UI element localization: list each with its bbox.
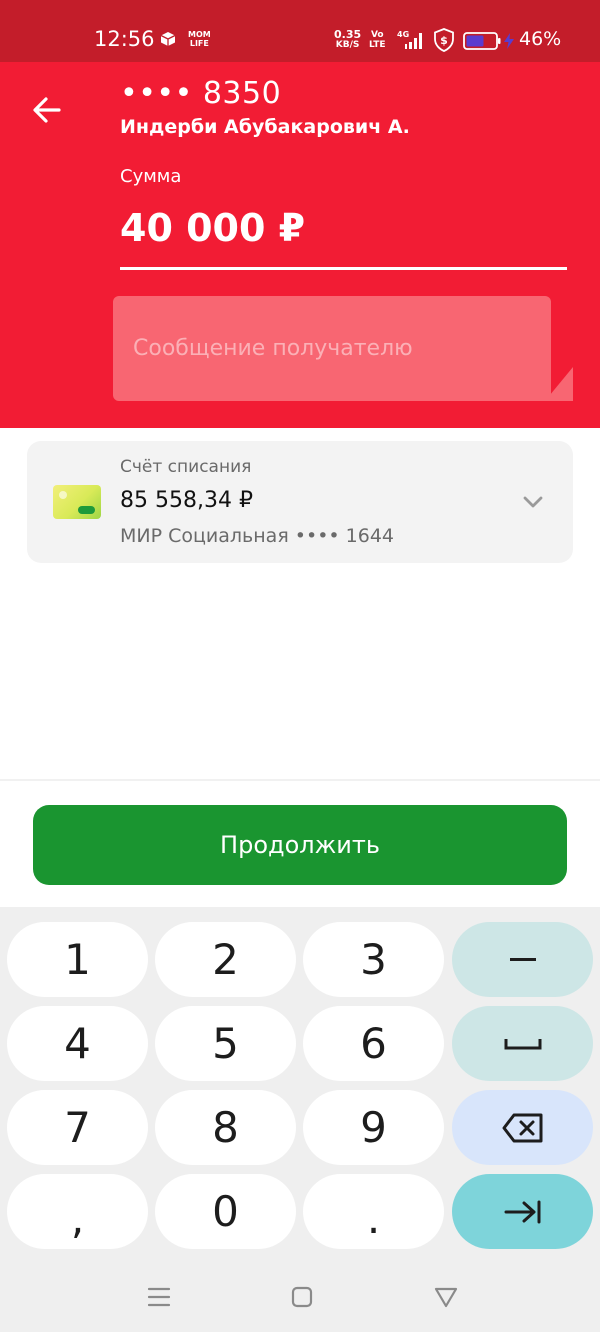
- momlife-line2: LIFE: [189, 39, 209, 48]
- back-arrow-icon[interactable]: [28, 90, 68, 130]
- status-time: 12:56: [94, 27, 155, 51]
- transfer-header: •••• 8350 Индерби Абубакарович А. Сумма …: [0, 62, 600, 428]
- network-speed: 0.35 KB/S: [334, 29, 361, 51]
- numeric-keypad: 1 2 3 4 5 6 7 8 9 , 0 .: [0, 907, 600, 1332]
- package-icon: [160, 32, 176, 46]
- shield-dollar-icon: $: [434, 28, 454, 52]
- network-type: 4G: [397, 30, 409, 39]
- signal-icon: 4G: [397, 30, 422, 49]
- speed-unit: KB/S: [335, 40, 360, 50]
- account-balance: 85 558,34 ₽: [120, 488, 253, 513]
- message-placeholder: Сообщение получателю: [133, 336, 413, 361]
- momlife-line1: MOM: [188, 30, 211, 39]
- debit-account-selector[interactable]: Счёт списания 85 558,34 ₽ МИР Социальная…: [27, 441, 573, 563]
- divider: [0, 779, 600, 781]
- key-8[interactable]: 8: [155, 1090, 296, 1165]
- key-0[interactable]: 0: [155, 1174, 296, 1249]
- recipient-card-number: •••• 8350: [120, 76, 282, 111]
- key-7[interactable]: 7: [7, 1090, 148, 1165]
- amount-label: Сумма: [120, 166, 182, 187]
- speed-value: 0.35: [334, 28, 362, 41]
- charging-bolt-icon: [504, 33, 514, 49]
- volte-line2: LTE: [369, 40, 386, 50]
- backspace-icon: [502, 1113, 542, 1142]
- status-bar: 12:56 MOM LIFE 0.35 KB/S Vo LTE 4G $ 46%: [0, 0, 600, 62]
- recipient-name: Индерби Абубакарович А.: [120, 116, 410, 138]
- chevron-down-icon: [523, 496, 543, 508]
- key-comma[interactable]: ,: [7, 1174, 148, 1249]
- square-icon[interactable]: [290, 1285, 314, 1309]
- key-space[interactable]: [452, 1006, 593, 1081]
- card-thumbnail-icon: [53, 485, 101, 519]
- key-5[interactable]: 5: [155, 1006, 296, 1081]
- message-input[interactable]: Сообщение получателю: [113, 296, 551, 401]
- continue-button[interactable]: Продолжить: [33, 805, 567, 885]
- key-1[interactable]: 1: [7, 922, 148, 997]
- key-3[interactable]: 3: [303, 922, 444, 997]
- battery-icon: [463, 32, 501, 50]
- key-next[interactable]: [452, 1174, 593, 1249]
- key-4[interactable]: 4: [7, 1006, 148, 1081]
- tab-arrow-icon: [504, 1200, 540, 1223]
- account-card-name: МИР Социальная •••• 1644: [120, 525, 395, 547]
- menu-icon[interactable]: [146, 1285, 172, 1309]
- key-2[interactable]: 2: [155, 922, 296, 997]
- momlife-app-icon: MOM LIFE: [188, 30, 211, 48]
- key-6[interactable]: 6: [303, 1006, 444, 1081]
- key-backspace[interactable]: [452, 1090, 593, 1165]
- debit-account-label: Счёт списания: [120, 457, 252, 477]
- amount-input[interactable]: 40 000 ₽: [120, 206, 305, 250]
- minus-icon: [509, 957, 536, 961]
- key-period[interactable]: .: [303, 1174, 444, 1249]
- key-minus[interactable]: [452, 922, 593, 997]
- key-9[interactable]: 9: [303, 1090, 444, 1165]
- amount-underline: [120, 267, 567, 270]
- battery-percent: 46%: [519, 28, 562, 50]
- triangle-back-icon[interactable]: [433, 1285, 459, 1309]
- svg-text:$: $: [440, 34, 448, 47]
- volte-line1: Vo: [370, 30, 384, 40]
- space-icon: [504, 1038, 541, 1049]
- volte-icon: Vo LTE: [369, 30, 386, 50]
